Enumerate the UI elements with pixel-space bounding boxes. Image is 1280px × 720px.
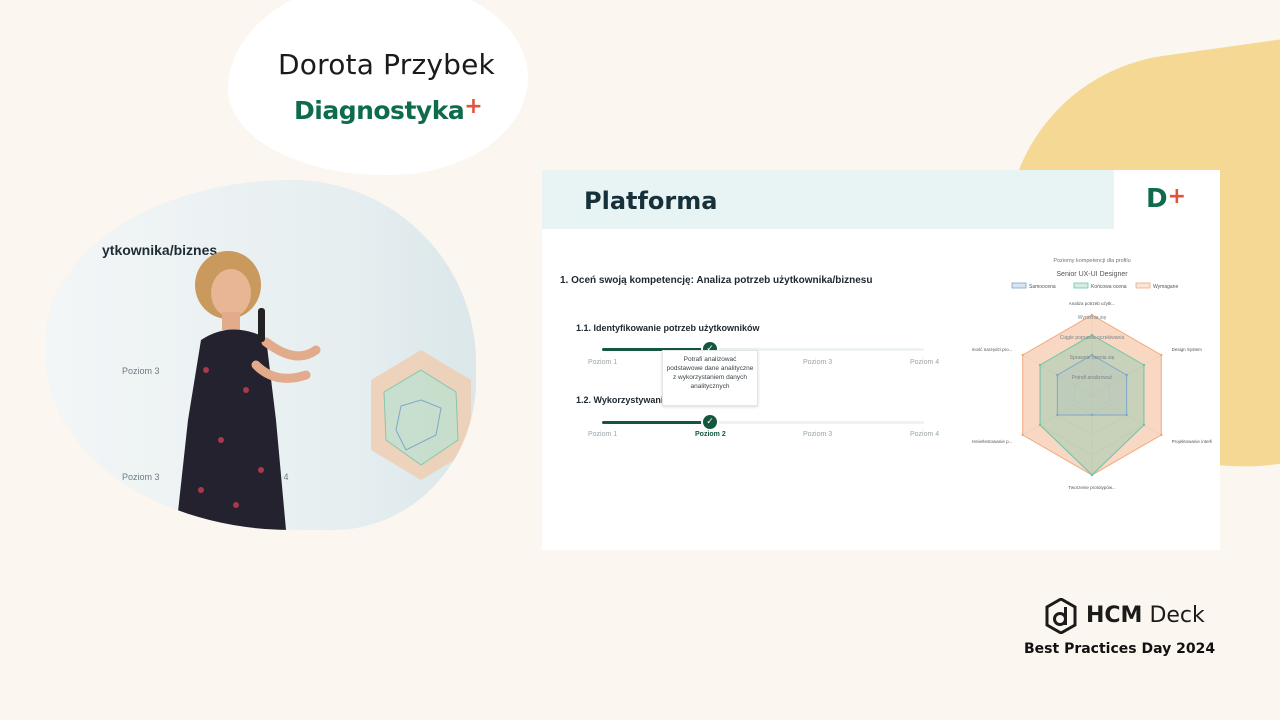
speaker-figure [176,251,321,530]
ring-label: Wyróżnia się [1078,315,1107,321]
level-slider[interactable] [602,348,924,351]
chart-legend: Samoocena Końcowa ocena Wymagane [1011,282,1178,290]
legend-swatch [1073,282,1089,289]
legend-label: Wymagane [1153,284,1178,290]
legend-label: Końcowa ocena [1091,284,1127,290]
level-slider-fill [602,421,710,424]
company-logo: Diagnostyka+ [294,94,483,125]
axis-label: Tworzenie prototypów... [1068,485,1115,490]
speaker-name-blob [228,0,528,175]
legend-swatch [1011,282,1027,289]
level-label[interactable]: Poziom 3 [803,359,832,366]
chart-series: Potrafi analizować Sprawnie ocenia się Cią… [1021,313,1163,477]
axis-label: Analiza potrzeb użytk... [1069,301,1116,306]
series-point [1160,433,1163,437]
legend-swatch [1135,282,1151,289]
level-label[interactable]: Poziom 3 [803,431,832,438]
series-point [1142,363,1146,367]
event-title: Best Practices Day 2024 [1024,641,1216,657]
series-point [1056,373,1059,377]
series-point [1090,413,1094,417]
slide-logo-plus: + [1167,184,1187,209]
competency-item-label: 1.2. Wykorzystywani [576,395,664,405]
chart-heading: Poziomy kompetencji dla profilu [1053,258,1130,264]
axis-label: Design System [1172,347,1203,352]
series-point [1125,373,1128,377]
company-plus-mark: + [464,94,483,119]
series-point [1125,413,1128,417]
level-label-active[interactable]: Poziom 2 [695,431,726,438]
presentation-slide: Platforma D+ 1. Oceń swoją kompetencję: … [542,170,1220,550]
ring-label: Ciągle poprawia oczekiwania [1060,335,1125,341]
slide-logo-letter: D [1146,184,1168,214]
brand-name-rest: Deck [1142,603,1205,628]
legend-label: Samoocena [1029,284,1056,290]
axis-label: Projektowanie interfej... [1172,439,1212,444]
series-point [1056,413,1059,417]
ring-label: Sprawnie ocenia się [1070,355,1115,361]
level-label[interactable]: Poziom 4 [910,359,939,366]
level-label[interactable]: Poziom 1 [588,431,617,438]
ring-label: Potrafi analizować [1072,375,1113,381]
chart-subtitle: Senior UX-UI Designer [1056,271,1128,278]
series-point [1160,353,1163,357]
question-heading: 1. Oceń swoją kompetencję: Analiza potrz… [560,275,873,286]
brand-name: HCM Deck [1086,603,1205,628]
series-point [1142,423,1146,427]
level-slider-handle[interactable]: ✓ [703,415,717,429]
level-label[interactable]: Poziom 4 [910,431,939,438]
series-point [1090,473,1094,477]
series-point [1038,423,1042,427]
competency-item-label: 1.1. Identyfikowanie potrzeb użytkownikó… [576,323,760,333]
slide-title: Platforma [584,187,718,215]
projected-radar [371,350,471,480]
projected-level-label: Poziom 3 [122,472,160,482]
series-point [1021,433,1024,437]
speaker-photo: ytkownika/biznes Poziom 3 Poziom 3 Pozio… [46,180,476,530]
speaker-name: Dorota Przybek [278,48,495,81]
projected-level-label: Poziom 3 [122,366,160,376]
brand-name-bold: HCM [1086,603,1143,628]
level-label[interactable]: Poziom 1 [588,359,617,366]
level-slider[interactable] [602,421,924,424]
company-name: Diagnostyka [294,96,465,125]
competency-radar-chart: Poziomy kompetencji dla profilu Senior U… [972,258,1212,490]
series-point [1021,353,1024,357]
slide-logo: D+ [1146,184,1186,214]
level-tooltip: Potrafi analizować podstawowe dane anali… [662,350,758,406]
axis-label: Tworzenie/testowanie p... [972,439,1012,444]
series-point [1038,363,1042,367]
axis-label: Znajomość narzędzi pro... [972,347,1012,352]
